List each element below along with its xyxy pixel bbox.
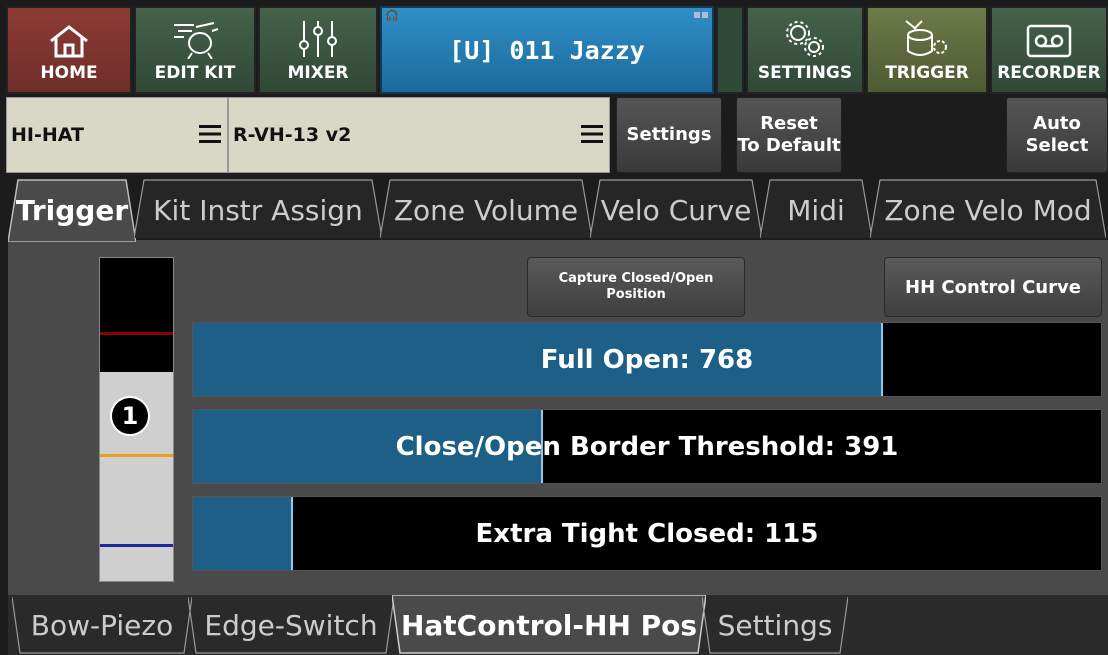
headphones-icon: 🎧 bbox=[385, 9, 399, 22]
instrument-name: HI-HAT bbox=[11, 124, 84, 146]
tab-bow-piezo[interactable]: Bow-Piezo bbox=[12, 595, 192, 655]
mixer-button[interactable]: MIXER bbox=[258, 6, 378, 94]
tab-velo-curve[interactable]: Velo Curve bbox=[590, 178, 762, 242]
tab-trigger[interactable]: Trigger bbox=[8, 178, 136, 242]
tab-edge-switch[interactable]: Edge-Switch bbox=[188, 595, 394, 655]
tab-bottom-settings[interactable]: Settings bbox=[702, 595, 848, 655]
trigger-nav-label: TRIGGER bbox=[885, 63, 969, 83]
settings-button[interactable]: Settings bbox=[616, 97, 722, 173]
settings-button-label: Settings bbox=[626, 124, 712, 145]
tab-zone-volume[interactable]: Zone Volume bbox=[380, 178, 592, 242]
border-threshold-slider[interactable]: Close/Open Border Threshold: 391 bbox=[192, 409, 1102, 484]
indicator-squares-icon bbox=[694, 12, 708, 18]
capture-position-button[interactable]: Capture Closed/Open Position bbox=[527, 257, 745, 317]
drum-gear-icon bbox=[905, 20, 947, 56]
tab-zone-volume-label: Zone Volume bbox=[393, 193, 579, 227]
gears-icon bbox=[786, 21, 824, 57]
edit-kit-label: EDIT KIT bbox=[154, 63, 236, 83]
drum-kit-icon bbox=[174, 22, 219, 59]
trigger-model-name: R-VH-13 v2 bbox=[233, 124, 352, 146]
home-button[interactable]: HOME bbox=[6, 6, 132, 94]
tab-velo-curve-label: Velo Curve bbox=[600, 193, 752, 227]
reset-to-default-button[interactable]: Reset To Default bbox=[736, 97, 842, 173]
settings-nav-label: SETTINGS bbox=[757, 63, 853, 83]
trigger-model-selector[interactable]: R-VH-13 v2 bbox=[228, 97, 610, 173]
tab-zone-velo-mod[interactable]: Zone Velo Mod bbox=[870, 178, 1106, 242]
nav-spacer bbox=[716, 6, 744, 94]
auto-line2: Select bbox=[1025, 135, 1089, 156]
settings-nav-button[interactable]: SETTINGS bbox=[746, 6, 864, 94]
capture-line2: Position bbox=[606, 287, 666, 302]
capture-line1: Capture Closed/Open bbox=[558, 271, 714, 286]
kit-name: [U] 011 Jazzy bbox=[449, 35, 645, 65]
extra-tight-label: Extra Tight Closed: 115 bbox=[475, 518, 819, 549]
tab-hatcontrol-hh-pos[interactable]: HatControl-HH Pos bbox=[392, 595, 706, 655]
position-badge: 1 bbox=[110, 396, 150, 436]
full-open-label: Full Open: 768 bbox=[540, 344, 754, 375]
cassette-icon bbox=[1026, 24, 1072, 58]
recorder-button[interactable]: RECORDER bbox=[990, 6, 1108, 94]
extra-tight-slider[interactable]: Extra Tight Closed: 115 bbox=[192, 496, 1102, 571]
tab-midi-label: Midi bbox=[787, 193, 845, 227]
instrument-selector[interactable]: HI-HAT bbox=[6, 97, 228, 173]
tab-hatcontrol-hh-pos-label: HatControl-HH Pos bbox=[400, 608, 698, 642]
edit-kit-button[interactable]: EDIT KIT bbox=[134, 6, 256, 94]
tab-midi[interactable]: Midi bbox=[760, 178, 872, 242]
tab-zone-velo-mod-label: Zone Velo Mod bbox=[884, 193, 1092, 227]
trigger-nav-button[interactable]: TRIGGER bbox=[866, 6, 988, 94]
tab-bottom-settings-label: Settings bbox=[717, 608, 833, 642]
full-open-slider[interactable]: Full Open: 768 bbox=[192, 322, 1102, 397]
hh-curve-label: HH Control Curve bbox=[905, 276, 1081, 298]
reset-line2: To Default bbox=[737, 135, 841, 156]
auto-line1: Auto bbox=[1033, 113, 1081, 134]
hamburger-menu-icon bbox=[581, 125, 603, 143]
auto-select-button[interactable]: Auto Select bbox=[1006, 97, 1108, 173]
reset-line1: Reset bbox=[760, 113, 818, 134]
tab-trigger-label: Trigger bbox=[15, 193, 129, 227]
tab-kit-instr-assign[interactable]: Kit Instr Assign bbox=[134, 178, 382, 242]
home-label: HOME bbox=[40, 63, 98, 83]
home-icon bbox=[50, 25, 88, 58]
meter-black-region bbox=[100, 258, 173, 372]
mixer-label: MIXER bbox=[287, 63, 349, 83]
hamburger-menu-icon bbox=[199, 125, 221, 143]
meter-open-line bbox=[100, 332, 173, 335]
recorder-label: RECORDER bbox=[997, 63, 1101, 83]
tab-kit-instr-assign-label: Kit Instr Assign bbox=[153, 193, 363, 227]
border-threshold-label: Close/Open Border Threshold: 391 bbox=[395, 431, 899, 462]
badge-number: 1 bbox=[121, 402, 139, 430]
tab-bow-piezo-label: Bow-Piezo bbox=[30, 608, 174, 642]
meter-closed-line bbox=[100, 544, 173, 547]
kit-name-display[interactable]: 🎧 [U] 011 Jazzy bbox=[380, 6, 714, 94]
tab-edge-switch-label: Edge-Switch bbox=[204, 608, 378, 642]
meter-border-line bbox=[100, 454, 173, 457]
tab-bar: Trigger Kit Instr Assign Zone Volume Vel… bbox=[8, 178, 1108, 242]
mixer-icon bbox=[299, 21, 337, 57]
hh-control-curve-button[interactable]: HH Control Curve bbox=[884, 257, 1102, 317]
